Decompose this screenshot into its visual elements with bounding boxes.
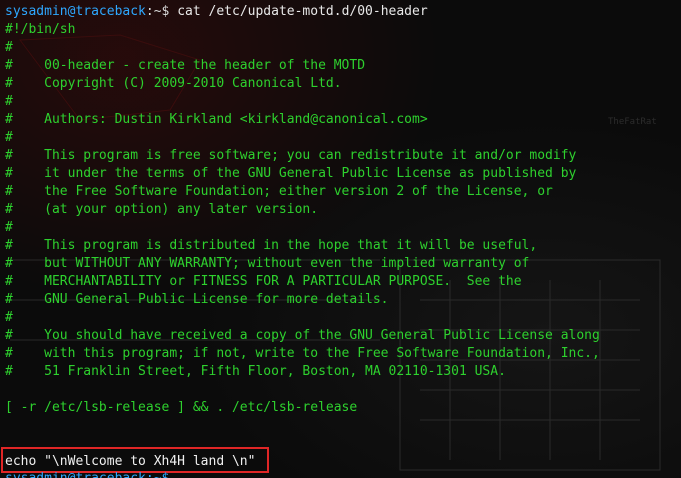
file-line: # Copyright (C) 2009-2010 Canonical Ltd. xyxy=(5,76,342,91)
file-line: # the Free Software Foundation; either v… xyxy=(5,184,553,199)
prompt-command: cat /etc/update-motd.d/00-header xyxy=(177,4,428,19)
prompt-separator: :~$ xyxy=(145,4,178,19)
file-line: [ -r /etc/lsb-release ] && . /etc/lsb-re… xyxy=(5,400,358,415)
file-line xyxy=(5,417,600,435)
file-line: # it under the terms of the GNU General … xyxy=(5,166,577,181)
file-line: #!/bin/sh xyxy=(5,22,76,37)
file-line: # This program is distributed in the hop… xyxy=(5,238,538,253)
file-line: # MERCHANTABILITY or FITNESS FOR A PARTI… xyxy=(5,274,522,289)
file-line: # but WITHOUT ANY WARRANTY; without even… xyxy=(5,256,530,271)
file-line: # (at your option) any later version. xyxy=(5,202,319,217)
terminal-window[interactable]: TheFatRat sysadmin@traceback:~$ cat /etc… xyxy=(0,0,681,478)
terminal-output: sysadmin@traceback:~$ cat /etc/update-mo… xyxy=(5,3,600,471)
file-line: # with this program; if not, write to th… xyxy=(5,346,600,361)
file-line: # 00-header - create the header of the M… xyxy=(5,58,366,73)
prompt-user-host: sysadmin@traceback xyxy=(5,4,146,19)
file-line: # xyxy=(5,220,13,235)
file-line: # xyxy=(5,94,13,109)
file-line: # 51 Franklin Street, Fifth Floor, Bosto… xyxy=(5,364,506,379)
file-line: # xyxy=(5,130,13,145)
file-line: # xyxy=(5,310,13,325)
file-line: # xyxy=(5,40,13,55)
file-line: # You should have received a copy of the… xyxy=(5,328,600,343)
next-prompt[interactable]: sysadmin@traceback:~$ xyxy=(5,470,169,478)
prompt-line: sysadmin@traceback:~$ cat /etc/update-mo… xyxy=(5,3,600,21)
file-line: # GNU General Public License for more de… xyxy=(5,292,389,307)
wallpaper-text: TheFatRat xyxy=(608,117,657,127)
file-line: # Authors: Dustin Kirkland <kirkland@can… xyxy=(5,112,428,127)
file-line: # This program is free software; you can… xyxy=(5,148,577,163)
file-line xyxy=(5,381,600,399)
